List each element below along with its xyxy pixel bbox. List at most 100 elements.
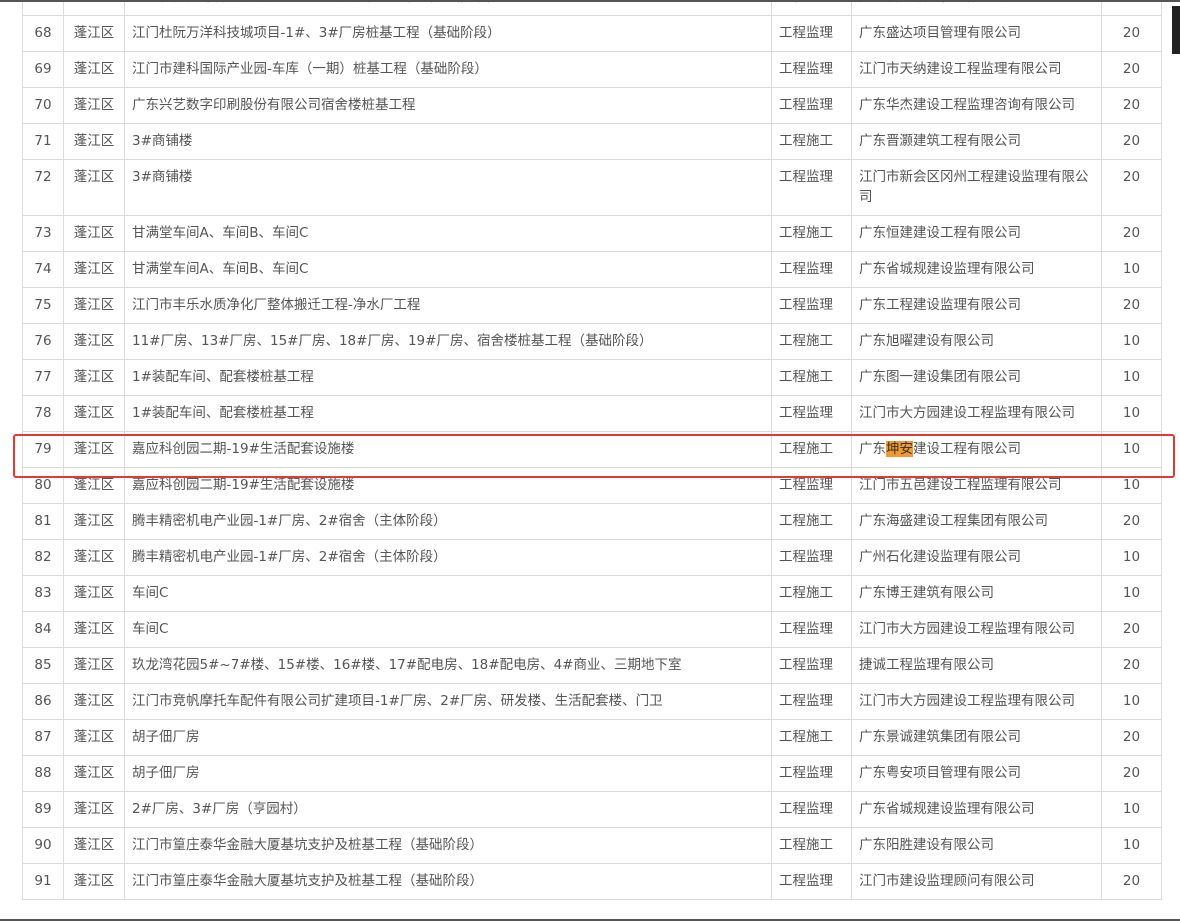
row-project: 江门市建科国际产业园-车库（一期）桩基工程（基础阶段） [124, 51, 772, 88]
table-row: 84 蓬江区 车间C 工程监理 江门市大方园建设工程监理有限公司 20 [22, 611, 1162, 648]
row-company: 广东景诚建筑集团有限公司 [851, 719, 1102, 756]
row-district: 蓬江区 [63, 215, 125, 252]
row-district: 蓬江区 [63, 647, 125, 684]
row-project: 3#商铺楼 [124, 159, 772, 216]
row-project: 嘉应科创园二期-19#生活配套设施楼 [124, 431, 772, 468]
row-company: 广东省建设工程有限公司 [851, 0, 1102, 16]
row-project: 1#装配车间、配套楼桩基工程 [124, 359, 772, 396]
row-district: 蓬江区 [63, 539, 125, 576]
table-row: 83 蓬江区 车间C 工程施工 广东博王建筑有限公司 10 [22, 575, 1162, 612]
row-project: 车间C [124, 611, 772, 648]
row-district: 蓬江区 [63, 51, 125, 88]
row-district: 蓬江区 [63, 251, 125, 288]
row-district: 蓬江区 [63, 15, 125, 52]
side-scroll-tab[interactable] [1172, 6, 1180, 54]
row-type: 工程监理 [771, 159, 852, 216]
table-row: 68 蓬江区 江门杜阮万洋科技城项目-1#、3#厂房桩基工程（基础阶段） 工程监… [22, 15, 1162, 52]
row-company: 广州石化建设监理有限公司 [851, 539, 1102, 576]
row-project: 胡子佃厂房 [124, 719, 772, 756]
row-number: 68 [22, 15, 64, 52]
row-number: 83 [22, 575, 64, 612]
row-company: 广东粤安项目管理有限公司 [851, 755, 1102, 792]
row-score: 10 [1101, 791, 1162, 828]
table-row: 73 蓬江区 甘满堂车间A、车间B、车间C 工程施工 广东恒建建设工程有限公司 … [22, 215, 1162, 252]
row-number: 87 [22, 719, 64, 756]
row-company: 广东阳胜建设有限公司 [851, 827, 1102, 864]
row-district: 蓬江区 [63, 863, 125, 900]
row-district: 蓬江区 [63, 503, 125, 540]
table-row: 87 蓬江区 胡子佃厂房 工程施工 广东景诚建筑集团有限公司 20 [22, 719, 1162, 756]
row-district: 蓬江区 [63, 575, 125, 612]
row-type: 工程监理 [771, 15, 852, 52]
row-number: 76 [22, 323, 64, 360]
row-district: 蓬江区 [63, 791, 125, 828]
row-project: 江门市篁庄泰华金融大厦基坑支护及桩基工程（基础阶段） [124, 863, 772, 900]
row-company: 广东博王建筑有限公司 [851, 575, 1102, 612]
row-type: 工程监理 [771, 467, 852, 504]
table-row: 82 蓬江区 腾丰精密机电产业园-1#厂房、2#宿舍（主体阶段） 工程监理 广州… [22, 539, 1162, 576]
row-district: 蓬江区 [63, 431, 125, 468]
row-score: 20 [1101, 755, 1162, 792]
row-district: 蓬江区 [63, 827, 125, 864]
row-company: 江门市大方园建设工程监理有限公司 [851, 683, 1102, 720]
row-company: 广东华杰建设工程监理咨询有限公司 [851, 87, 1102, 124]
row-company: 广东晋灏建筑工程有限公司 [851, 123, 1102, 160]
table-row: 74 蓬江区 甘满堂车间A、车间B、车间C 工程监理 广东省城规建设监理有限公司… [22, 251, 1162, 288]
row-district: 蓬江区 [63, 395, 125, 432]
row-project: 甘满堂车间A、车间B、车间C [124, 251, 772, 288]
row-score: 10 [1101, 467, 1162, 504]
row-company: 江门市大方园建设工程监理有限公司 [851, 395, 1102, 432]
row-company: 江门市大方园建设工程监理有限公司 [851, 611, 1102, 648]
row-type: 工程监理 [771, 791, 852, 828]
row-type: 工程监理 [771, 395, 852, 432]
row-company: 江门市天纳建设工程监理有限公司 [851, 51, 1102, 88]
row-project: 广东兴艺数字印刷股份有限公司宿舍楼桩基工程 [124, 87, 772, 124]
row-score: 20 [1101, 503, 1162, 540]
row-project: 江门杜阮万洋科技城项目-1#、3#厂房桩基工程（基础阶段） [124, 15, 772, 52]
row-type: 工程施工 [771, 323, 852, 360]
row-district: 蓬江区 [63, 359, 125, 396]
row-score: 10 [1101, 827, 1162, 864]
page-viewport: 67 蓬江区 江门杜阮万洋科技城项目-1#、3#厂房桩基工程（基础阶段） 工程施… [0, 0, 1180, 921]
row-number: 74 [22, 251, 64, 288]
row-score: 10 [1101, 395, 1162, 432]
row-district: 蓬江区 [63, 123, 125, 160]
row-district: 蓬江区 [63, 323, 125, 360]
row-company: 江门市建设监理顾问有限公司 [851, 863, 1102, 900]
row-number: 79 [22, 431, 64, 468]
row-company: 广东旭曜建设有限公司 [851, 323, 1102, 360]
row-company: 捷诚工程监理有限公司 [851, 647, 1102, 684]
row-project: 腾丰精密机电产业园-1#厂房、2#宿舍（主体阶段） [124, 539, 772, 576]
table-row: 86 蓬江区 江门市竞帆摩托车配件有限公司扩建项目-1#厂房、2#厂房、研发楼、… [22, 683, 1162, 720]
table-row: 85 蓬江区 玖龙湾花园5#~7#楼、15#楼、16#楼、17#配电房、18#配… [22, 647, 1162, 684]
table-row: 89 蓬江区 2#厂房、3#厂房（亨园村） 工程监理 广东省城规建设监理有限公司… [22, 791, 1162, 828]
row-number: 75 [22, 287, 64, 324]
table-row: 78 蓬江区 1#装配车间、配套楼桩基工程 工程监理 江门市大方园建设工程监理有… [22, 395, 1162, 432]
row-company: 广东工程建设监理有限公司 [851, 287, 1102, 324]
row-project: 江门市篁庄泰华金融大厦基坑支护及桩基工程（基础阶段） [124, 827, 772, 864]
row-type: 工程监理 [771, 647, 852, 684]
row-type: 工程监理 [771, 611, 852, 648]
row-score: 20 [1101, 15, 1162, 52]
row-project: 甘满堂车间A、车间B、车间C [124, 215, 772, 252]
row-score: 10 [1101, 251, 1162, 288]
row-type: 工程施工 [771, 123, 852, 160]
row-score: 10 [1101, 575, 1162, 612]
row-score: 10 [1101, 683, 1162, 720]
row-company: 广东省城规建设监理有限公司 [851, 251, 1102, 288]
row-project: 车间C [124, 575, 772, 612]
row-type: 工程监理 [771, 251, 852, 288]
row-number: 80 [22, 467, 64, 504]
row-type: 工程施工 [771, 575, 852, 612]
row-project: 11#厂房、13#厂房、15#厂房、18#厂房、19#厂房、宿舍楼桩基工程（基础… [124, 323, 772, 360]
row-score: 10 [1101, 323, 1162, 360]
row-company: 广东恒建建设工程有限公司 [851, 215, 1102, 252]
row-company: 广东坤安建设工程有限公司 [851, 431, 1102, 468]
row-project: 1#装配车间、配套楼桩基工程 [124, 395, 772, 432]
row-type: 工程施工 [771, 0, 852, 16]
row-project: 玖龙湾花园5#~7#楼、15#楼、16#楼、17#配电房、18#配电房、4#商业… [124, 647, 772, 684]
row-district: 蓬江区 [63, 683, 125, 720]
row-number: 73 [22, 215, 64, 252]
row-project: 3#商铺楼 [124, 123, 772, 160]
row-type: 工程施工 [771, 431, 852, 468]
